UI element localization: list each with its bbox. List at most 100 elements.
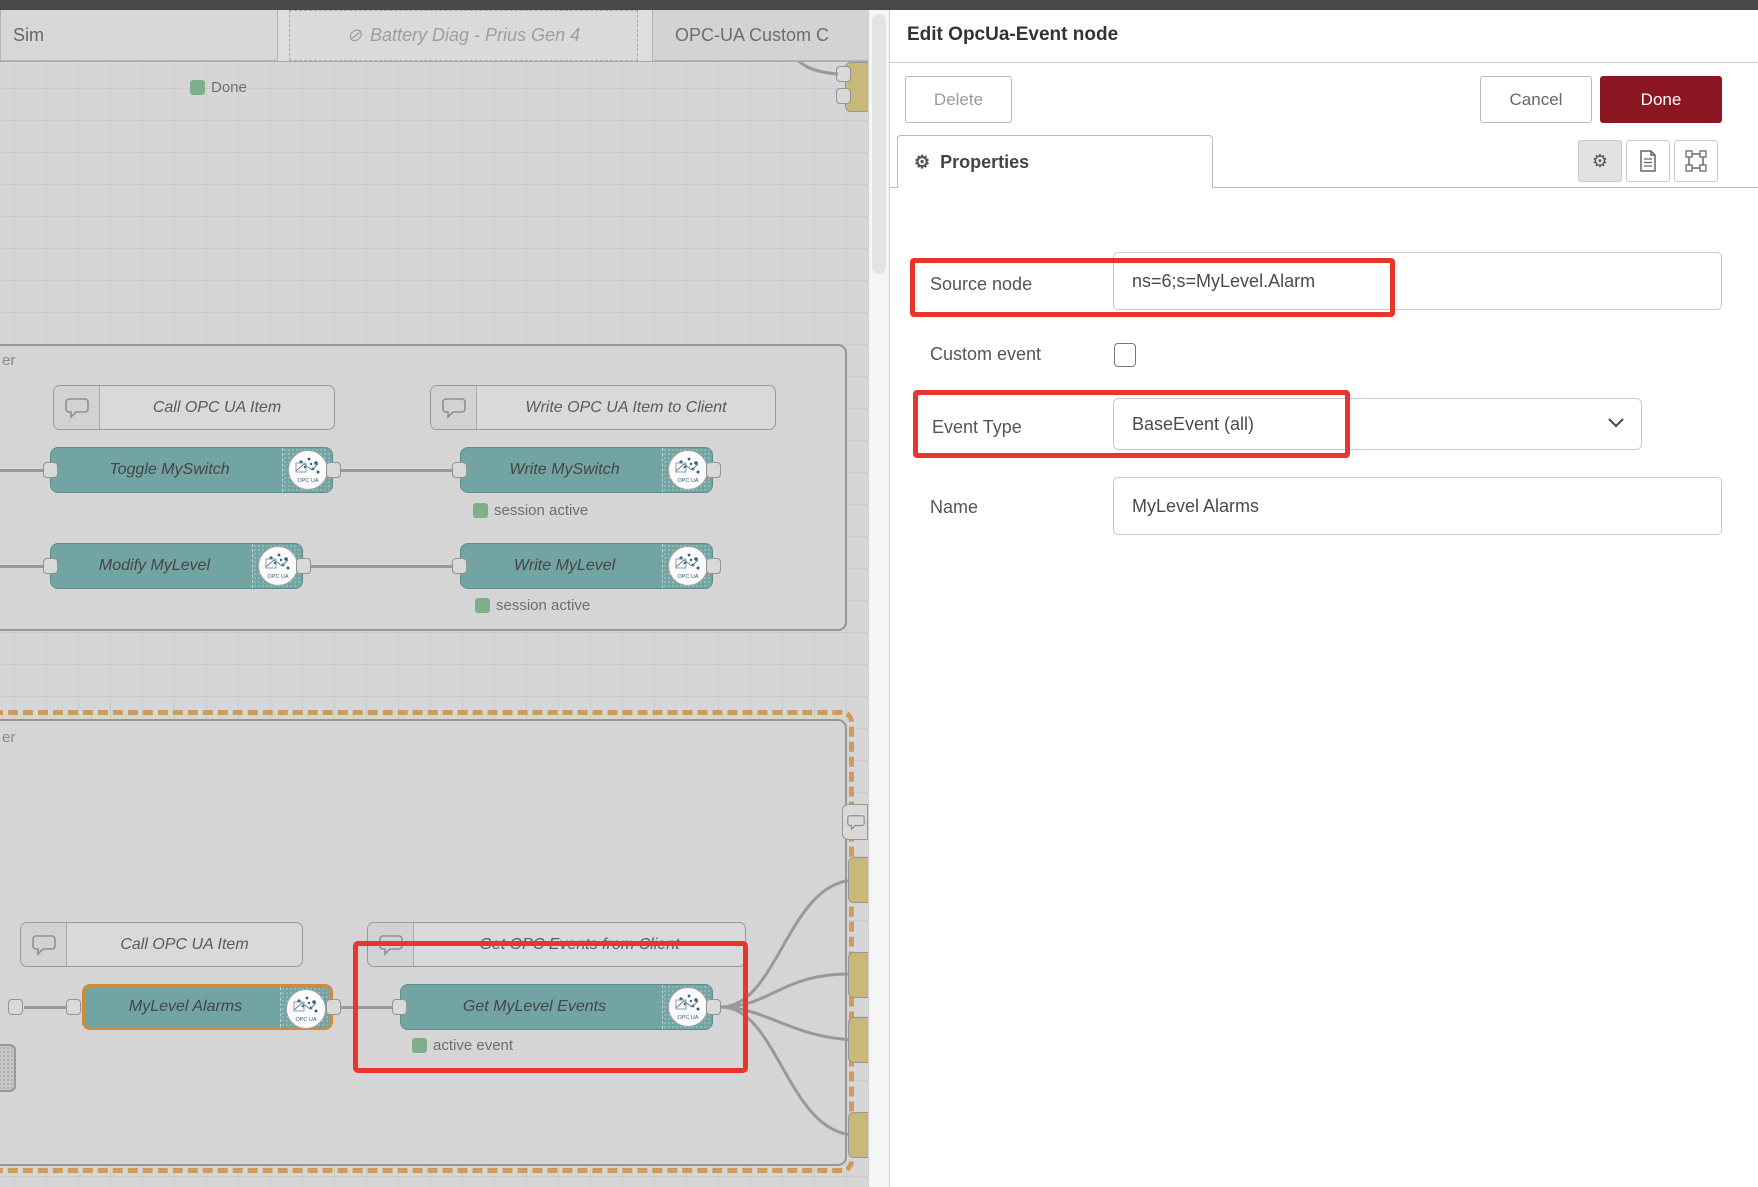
link-port[interactable] xyxy=(836,88,851,104)
status-dot-green xyxy=(475,598,490,613)
comment-label: Get OPC Events from Client xyxy=(414,923,745,966)
comment-node[interactable]: Call OPC UA Item xyxy=(20,922,303,967)
custom-event-label: Custom event xyxy=(930,344,1041,365)
link-port[interactable] xyxy=(836,66,851,82)
node-output-port[interactable] xyxy=(296,558,311,574)
partial-comment-node[interactable] xyxy=(842,804,868,840)
source-node-label: Source node xyxy=(930,274,1032,295)
source-node-input[interactable] xyxy=(1113,252,1722,310)
node-output-port[interactable] xyxy=(326,462,341,478)
node-status: session active xyxy=(475,597,590,614)
comment-node[interactable]: Get OPC Events from Client xyxy=(367,922,746,967)
opcua-badge-icon: OPC UA xyxy=(667,986,709,1028)
cancel-button[interactable]: Cancel xyxy=(1480,76,1592,123)
opcua-badge-icon: OPC UA xyxy=(287,449,329,491)
partial-link-node[interactable] xyxy=(848,1112,868,1158)
node-settings-button[interactable]: ⚙ xyxy=(1578,140,1622,182)
node-mylevel-alarms[interactable]: MyLevel Alarms OPC UA xyxy=(82,984,333,1030)
group-label: er xyxy=(2,729,15,746)
svg-text:OPC UA: OPC UA xyxy=(677,1015,698,1021)
node-status: session active xyxy=(473,502,588,519)
scrollbar-thumb[interactable] xyxy=(872,14,886,274)
comment-node[interactable]: Call OPC UA Item xyxy=(53,385,335,430)
disabled-icon: ⊘ xyxy=(347,25,362,46)
node-output-port[interactable] xyxy=(706,558,721,574)
appearance-icon xyxy=(1685,150,1707,172)
tab-properties-label: Properties xyxy=(940,152,1029,173)
status-text: Done xyxy=(211,79,247,96)
wire xyxy=(341,1006,395,1009)
wire xyxy=(0,565,46,568)
tab-opcua-custom[interactable]: OPC-UA Custom C xyxy=(652,10,890,61)
comment-bubble-icon xyxy=(21,923,67,966)
node-get-mylevel-events[interactable]: Get MyLevel Events OPC UA xyxy=(400,984,713,1030)
svg-text:OPC UA: OPC UA xyxy=(297,478,318,484)
opcua-badge-icon: OPC UA xyxy=(667,449,709,491)
node-input-port[interactable] xyxy=(452,462,467,478)
partial-link-node[interactable] xyxy=(848,952,868,998)
flow-canvas[interactable]: Done er Call OPC UA Item Write OPC UA It… xyxy=(0,62,868,1187)
svg-text:OPC UA: OPC UA xyxy=(267,574,288,580)
node-output-port[interactable] xyxy=(326,999,341,1015)
tab-sim-label: Sim xyxy=(13,25,44,46)
node-input-port[interactable] xyxy=(66,999,81,1015)
vertical-scrollbar[interactable] xyxy=(868,10,890,1187)
partial-link-node[interactable] xyxy=(848,857,868,903)
node-modify-mylevel[interactable]: Modify MyLevel OPC UA xyxy=(50,543,303,589)
node-input-port[interactable] xyxy=(452,558,467,574)
flow-tab-bar: Sim ⊘ Battery Diag - Prius Gen 4 OPC-UA … xyxy=(0,10,890,62)
node-label: Write MyLevel xyxy=(514,557,659,575)
wire xyxy=(311,565,455,568)
name-label: Name xyxy=(930,497,978,518)
svg-text:OPC UA: OPC UA xyxy=(677,574,698,580)
comment-bubble-icon xyxy=(368,923,414,966)
partial-link-node[interactable] xyxy=(848,1017,868,1063)
svg-text:OPC UA: OPC UA xyxy=(295,1017,316,1023)
event-type-label: Event Type xyxy=(932,417,1022,438)
tab-battery-diag[interactable]: ⊘ Battery Diag - Prius Gen 4 xyxy=(289,10,638,61)
tab-sim[interactable]: Sim xyxy=(0,10,278,61)
delete-button[interactable]: Delete xyxy=(905,76,1012,123)
node-output-port[interactable] xyxy=(706,999,721,1015)
node-label: Get MyLevel Events xyxy=(463,998,650,1016)
node-description-button[interactable] xyxy=(1626,140,1670,182)
edit-node-panel: Edit OpcUa-Event node Delete Cancel Done… xyxy=(890,10,1758,1187)
divider xyxy=(890,62,1758,63)
comment-label: Call OPC UA Item xyxy=(100,386,334,429)
node-appearance-button[interactable] xyxy=(1674,140,1718,182)
node-write-mylevel[interactable]: Write MyLevel OPC UA xyxy=(460,543,713,589)
wire xyxy=(24,1006,69,1009)
comment-label: Write OPC UA Item to Client xyxy=(477,386,775,429)
comment-node[interactable]: Write OPC UA Item to Client xyxy=(430,385,776,430)
node-output-port[interactable] xyxy=(706,462,721,478)
event-type-value: BaseEvent (all) xyxy=(1132,414,1254,435)
status-dot-green xyxy=(190,80,205,95)
tab-properties[interactable]: ⚙ Properties xyxy=(897,135,1213,188)
node-toggle-myswitch[interactable]: Toggle MySwitch OPC UA xyxy=(50,447,333,493)
name-input[interactable] xyxy=(1113,477,1722,535)
node-input-port[interactable] xyxy=(43,558,58,574)
panel-title: Edit OpcUa-Event node xyxy=(907,24,1118,46)
gear-icon: ⚙ xyxy=(1592,151,1608,172)
event-type-select[interactable]: BaseEvent (all) xyxy=(1113,398,1642,450)
node-write-myswitch[interactable]: Write MySwitch OPC UA xyxy=(460,447,713,493)
status-dot-green xyxy=(412,1038,427,1053)
wire xyxy=(341,469,455,472)
group-label: er xyxy=(2,352,15,369)
comment-label: Call OPC UA Item xyxy=(67,923,302,966)
document-icon xyxy=(1639,150,1657,172)
node-input-port[interactable] xyxy=(43,462,58,478)
comment-bubble-icon xyxy=(54,386,100,429)
comment-bubble-icon xyxy=(847,814,865,831)
node-status: active event xyxy=(412,1037,513,1054)
status-text: session active xyxy=(494,502,588,519)
status-text: active event xyxy=(433,1037,513,1054)
status-text: session active xyxy=(496,597,590,614)
gear-icon: ⚙ xyxy=(914,152,930,173)
link-in-node-partial[interactable] xyxy=(0,1044,16,1092)
done-button[interactable]: Done xyxy=(1600,76,1722,123)
status-dot-green xyxy=(473,503,488,518)
node-input-port[interactable] xyxy=(392,999,407,1015)
link-output-port[interactable] xyxy=(8,999,23,1015)
custom-event-checkbox[interactable] xyxy=(1114,343,1136,367)
